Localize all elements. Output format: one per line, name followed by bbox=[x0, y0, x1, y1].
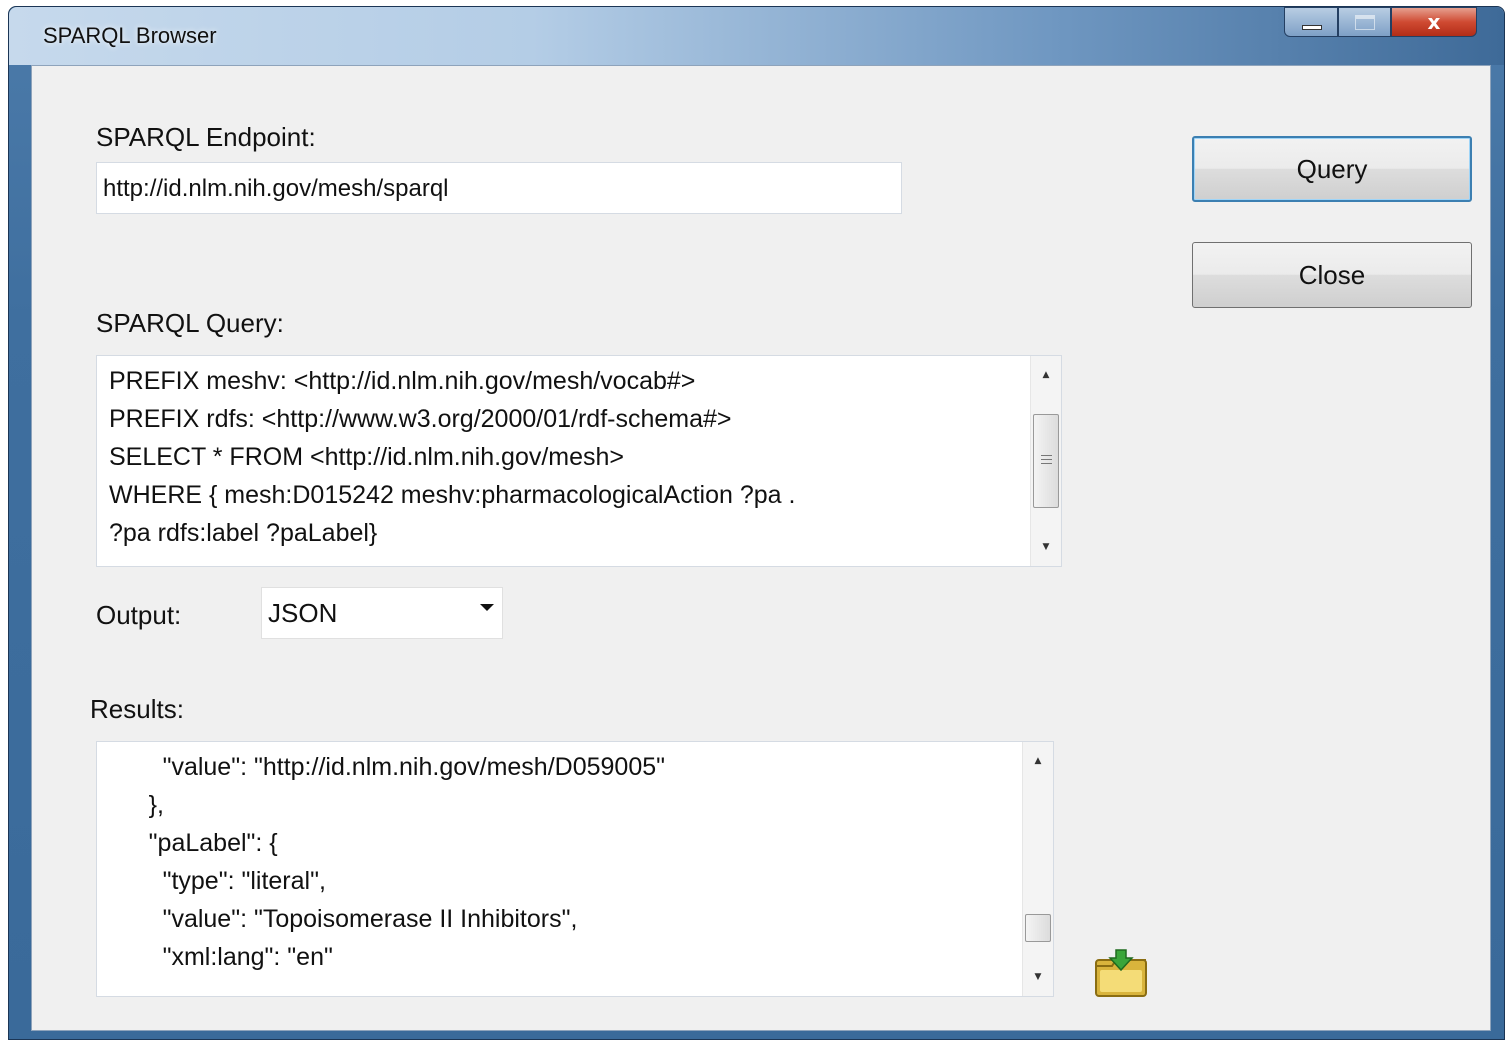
minimize-button[interactable] bbox=[1284, 7, 1338, 37]
query-line: PREFIX meshv: <http://id.nlm.nih.gov/mes… bbox=[109, 367, 696, 395]
query-textarea[interactable]: PREFIX meshv: <http://id.nlm.nih.gov/mes… bbox=[96, 355, 1062, 567]
close-window-button[interactable]: x bbox=[1391, 7, 1477, 37]
minimize-icon bbox=[1302, 25, 1322, 30]
query-line: ?pa rdfs:label ?paLabel} bbox=[109, 519, 378, 547]
dialog-body: SPARQL Endpoint: http://id.nlm.nih.gov/m… bbox=[31, 65, 1491, 1031]
results-lines: "value": "http://id.nlm.nih.gov/mesh/D05… bbox=[107, 748, 665, 976]
close-button[interactable]: Close bbox=[1192, 242, 1472, 308]
dropdown-arrow-icon bbox=[480, 604, 494, 611]
results-line: "type": "literal", bbox=[107, 867, 326, 895]
endpoint-value: http://id.nlm.nih.gov/mesh/sparql bbox=[103, 175, 449, 202]
results-scrollbar[interactable]: ▲ ▼ bbox=[1022, 742, 1053, 996]
endpoint-label: SPARQL Endpoint: bbox=[96, 122, 316, 152]
scroll-down-arrow-icon[interactable]: ▼ bbox=[1023, 962, 1053, 992]
query-scrollbar[interactable]: ▲ ▼ bbox=[1030, 356, 1061, 566]
close-icon: x bbox=[1427, 10, 1441, 34]
maximize-icon bbox=[1355, 15, 1375, 30]
results-line: "xml:lang": "en" bbox=[107, 943, 333, 971]
results-line: "paLabel": { bbox=[107, 829, 278, 857]
query-scroll-thumb[interactable] bbox=[1033, 414, 1059, 508]
scroll-up-arrow-icon[interactable]: ▲ bbox=[1023, 746, 1053, 776]
query-label: SPARQL Query: bbox=[96, 308, 284, 338]
scroll-up-arrow-icon[interactable]: ▲ bbox=[1031, 360, 1061, 390]
query-lines: PREFIX meshv: <http://id.nlm.nih.gov/mes… bbox=[109, 362, 795, 552]
results-label: Results: bbox=[90, 694, 184, 724]
app-window: SPARQL Browser x SPARQL Endpoint: http:/… bbox=[8, 6, 1505, 1040]
results-scroll-thumb[interactable] bbox=[1025, 914, 1051, 942]
save-folder-icon[interactable] bbox=[1094, 948, 1148, 998]
results-line: "value": "Topoisomerase II Inhibitors", bbox=[107, 905, 578, 933]
query-line: SELECT * FROM <http://id.nlm.nih.gov/mes… bbox=[109, 443, 625, 471]
query-button[interactable]: Query bbox=[1192, 136, 1472, 202]
output-format-select[interactable]: JSON bbox=[261, 587, 503, 639]
output-format-value: JSON bbox=[268, 598, 338, 628]
query-line: PREFIX rdfs: <http://www.w3.org/2000/01/… bbox=[109, 405, 732, 433]
grip-icon bbox=[1041, 455, 1052, 467]
output-label: Output: bbox=[96, 600, 182, 630]
maximize-button[interactable] bbox=[1338, 7, 1391, 37]
window-title: SPARQL Browser bbox=[43, 23, 217, 48]
results-textarea[interactable]: "value": "http://id.nlm.nih.gov/mesh/D05… bbox=[96, 741, 1054, 997]
scroll-down-arrow-icon[interactable]: ▼ bbox=[1031, 532, 1061, 562]
query-line: WHERE { mesh:D015242 meshv:pharmacologic… bbox=[109, 481, 796, 509]
title-bar[interactable]: SPARQL Browser x bbox=[9, 7, 1504, 65]
endpoint-input[interactable]: http://id.nlm.nih.gov/mesh/sparql bbox=[96, 162, 902, 214]
results-line: }, bbox=[107, 791, 164, 819]
results-line: "value": "http://id.nlm.nih.gov/mesh/D05… bbox=[107, 753, 666, 781]
